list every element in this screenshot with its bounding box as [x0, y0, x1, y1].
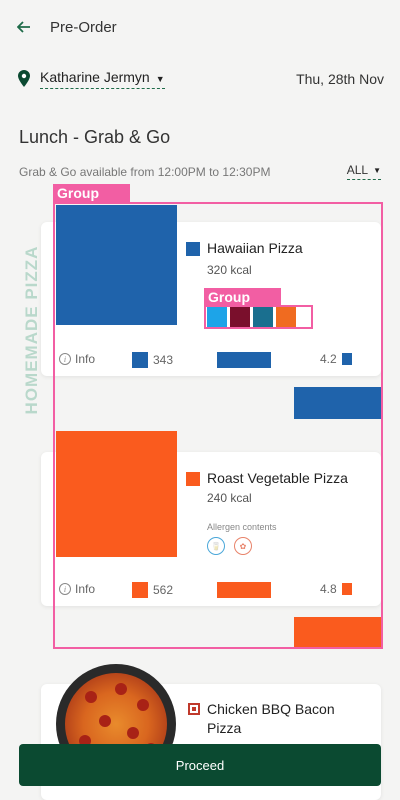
location-selector[interactable]: Katharine Jermyn ▼ — [18, 69, 165, 89]
section-title: Lunch - Grab & Go — [19, 127, 171, 147]
category-label: HOMEMADE PIZZA — [22, 245, 41, 415]
group-tag-inner: Group — [204, 288, 281, 307]
caret-down-icon: ▼ — [155, 74, 165, 84]
availability-text: Grab & Go available from 12:00PM to 12:3… — [19, 164, 271, 179]
top-bar: Pre-Order — [0, 0, 400, 60]
page-title: Pre-Order — [50, 18, 117, 36]
filter-dropdown[interactable]: ALL ▼ — [346, 163, 381, 180]
non-veg-indicator-icon — [188, 703, 200, 715]
availability-row: Grab & Go available from 12:00PM to 12:3… — [19, 163, 381, 180]
order-date: Thu, 28th Nov — [296, 71, 384, 87]
group-overlay-inner — [204, 305, 313, 329]
caret-down-icon: ▼ — [373, 165, 381, 175]
dish-name: Chicken BBQ Bacon Pizza — [207, 701, 335, 736]
arrow-left-icon[interactable] — [16, 19, 32, 35]
group-overlay-outer — [53, 202, 383, 649]
location-pin-icon — [18, 70, 32, 88]
location-row: Katharine Jermyn ▼ Thu, 28th Nov — [18, 66, 384, 92]
location-name[interactable]: Katharine Jermyn ▼ — [40, 69, 165, 89]
proceed-button[interactable]: Proceed — [19, 744, 381, 786]
group-tag-outer: Group — [53, 184, 130, 203]
